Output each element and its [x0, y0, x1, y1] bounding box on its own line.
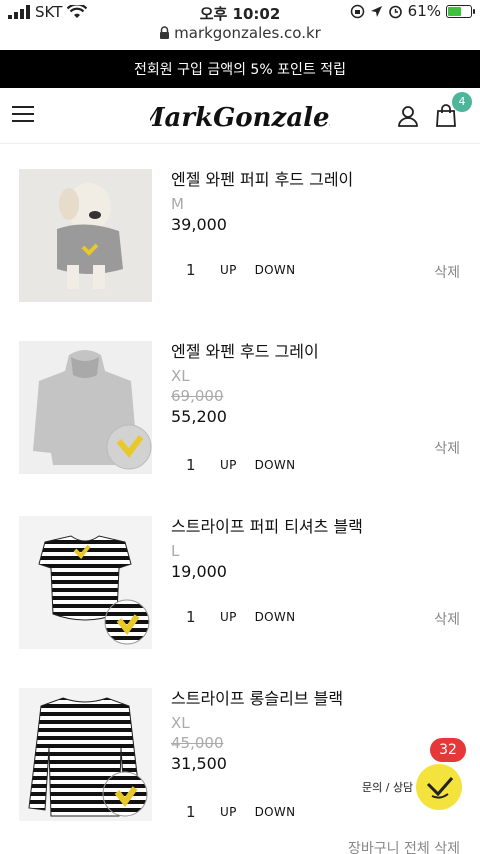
- chat-count-badge: 32: [430, 738, 466, 762]
- logo-text: MarkGonzales: [150, 103, 330, 133]
- quantity-down-button[interactable]: DOWN: [255, 610, 296, 624]
- clear-cart-link[interactable]: 장바구니 전체 삭제: [348, 838, 460, 854]
- quantity-up-button[interactable]: UP: [220, 458, 237, 472]
- quantity-value: 1: [186, 261, 196, 279]
- quantity-up-button[interactable]: UP: [220, 610, 237, 624]
- quantity-value: 1: [186, 803, 196, 821]
- product-name[interactable]: 엔젤 와펜 후드 그레이: [171, 341, 461, 363]
- rotation-lock-icon: [350, 4, 364, 18]
- product-image[interactable]: [19, 516, 152, 649]
- product-option: XL: [171, 714, 190, 732]
- product-price: 39,000: [171, 215, 227, 234]
- battery-percent: 61%: [407, 2, 441, 20]
- product-original-price: 69,000: [171, 387, 224, 405]
- status-bar: SKT 오후 10:02 61%: [0, 0, 480, 24]
- quantity-controls: 1 UP DOWN: [186, 456, 313, 474]
- location-icon: [370, 5, 382, 17]
- user-icon[interactable]: [396, 104, 420, 128]
- product-image[interactable]: [19, 341, 152, 474]
- battery-icon: [446, 4, 475, 18]
- angel-bird-icon: [426, 777, 454, 799]
- delete-button[interactable]: 삭제: [434, 438, 460, 458]
- quantity-down-button[interactable]: DOWN: [255, 458, 296, 472]
- product-image[interactable]: [19, 688, 152, 821]
- product-price: 19,000: [171, 562, 227, 581]
- url-text: markgonzales.co.kr: [174, 24, 321, 42]
- quantity-up-button[interactable]: UP: [220, 263, 237, 277]
- promo-banner[interactable]: 전회원 구입 금액의 5% 포인트 적립: [0, 50, 480, 88]
- product-option: XL: [171, 367, 190, 385]
- quantity-controls: 1 UP DOWN: [186, 803, 313, 821]
- url-bar[interactable]: markgonzales.co.kr: [0, 24, 480, 50]
- cart-item: 엔젤 와펜 후드 그레이 XL 69,000 55,200 삭제 1 UP DO…: [0, 341, 480, 491]
- quantity-up-button[interactable]: UP: [220, 805, 237, 819]
- delete-button[interactable]: 삭제: [434, 609, 460, 629]
- quantity-value: 1: [186, 608, 196, 626]
- product-image[interactable]: [19, 169, 152, 302]
- delete-button[interactable]: 삭제: [434, 262, 460, 282]
- quantity-controls: 1 UP DOWN: [186, 261, 313, 279]
- cart-item: 스트라이프 롱슬리브 블랙 XL 45,000 31,500 1 UP DOWN: [0, 688, 480, 838]
- product-original-price: 45,000: [171, 734, 224, 752]
- cart-item: 스트라이프 퍼피 티셔츠 블랙 L 19,000 1 UP DOWN 삭제: [0, 516, 480, 666]
- product-name[interactable]: 스트라이프 롱슬리브 블랙: [171, 688, 461, 710]
- quantity-value: 1: [186, 456, 196, 474]
- lock-icon: [160, 26, 170, 39]
- chat-label[interactable]: 문의 / 상담: [362, 779, 413, 795]
- quantity-controls: 1 UP DOWN: [186, 608, 313, 626]
- logo[interactable]: MarkGonzales: [150, 94, 330, 138]
- product-option: M: [171, 195, 184, 213]
- promo-text: 전회원 구입 금액의 5% 포인트 적립: [134, 62, 346, 78]
- product-price: 55,200: [171, 407, 227, 426]
- quantity-down-button[interactable]: DOWN: [255, 263, 296, 277]
- hamburger-menu-icon[interactable]: [12, 106, 34, 124]
- product-name[interactable]: 엔젤 와펜 퍼피 후드 그레이: [171, 169, 461, 191]
- product-option: L: [171, 542, 180, 560]
- site-header: MarkGonzales 4: [0, 88, 480, 144]
- cart-count-badge: 4: [452, 92, 472, 112]
- alarm-icon: [388, 5, 402, 18]
- cart-item: 엔젤 와펜 퍼피 후드 그레이 M 39,000 1 UP DOWN 삭제: [0, 169, 480, 319]
- product-name[interactable]: 스트라이프 퍼피 티셔츠 블랙: [171, 516, 461, 538]
- quantity-down-button[interactable]: DOWN: [255, 805, 296, 819]
- chat-button[interactable]: [416, 764, 462, 810]
